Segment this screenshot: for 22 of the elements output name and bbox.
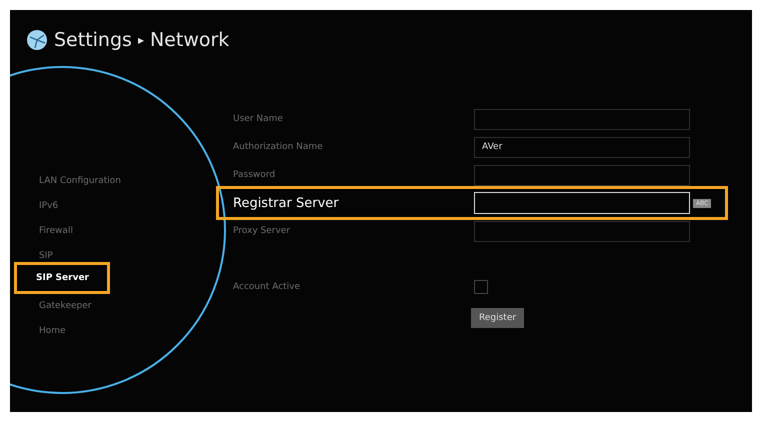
page-title: Settings [54, 29, 132, 51]
sidebar-item[interactable]: Home [20, 316, 69, 341]
page-subtitle: Network [150, 29, 230, 51]
field-label: Account Active [233, 282, 302, 292]
breadcrumb-separator: ▸ [138, 33, 144, 47]
sidebar-item[interactable]: Gatekeeper [20, 291, 94, 316]
sidebar-item[interactable]: LAN Configuration [20, 166, 124, 191]
checkbox[interactable] [474, 280, 488, 294]
field-label: User Name [233, 114, 284, 124]
field-label: Proxy Server [233, 226, 292, 236]
register-button[interactable]: Register [471, 308, 524, 328]
input-field[interactable]: AVer [474, 136, 690, 158]
input-field[interactable] [474, 220, 690, 242]
field-label: Password [233, 170, 276, 180]
globe-icon [26, 29, 48, 51]
field-label: Authorization Name [233, 142, 324, 152]
input-field[interactable] [474, 164, 690, 186]
field-label: Registrar Server [233, 196, 340, 210]
sidebar-item[interactable]: IPv6 [20, 191, 62, 216]
sidebar-item[interactable]: Firewall [20, 216, 76, 241]
input-field[interactable] [474, 108, 690, 130]
sidebar-item[interactable]: SIP Server [14, 262, 110, 294]
